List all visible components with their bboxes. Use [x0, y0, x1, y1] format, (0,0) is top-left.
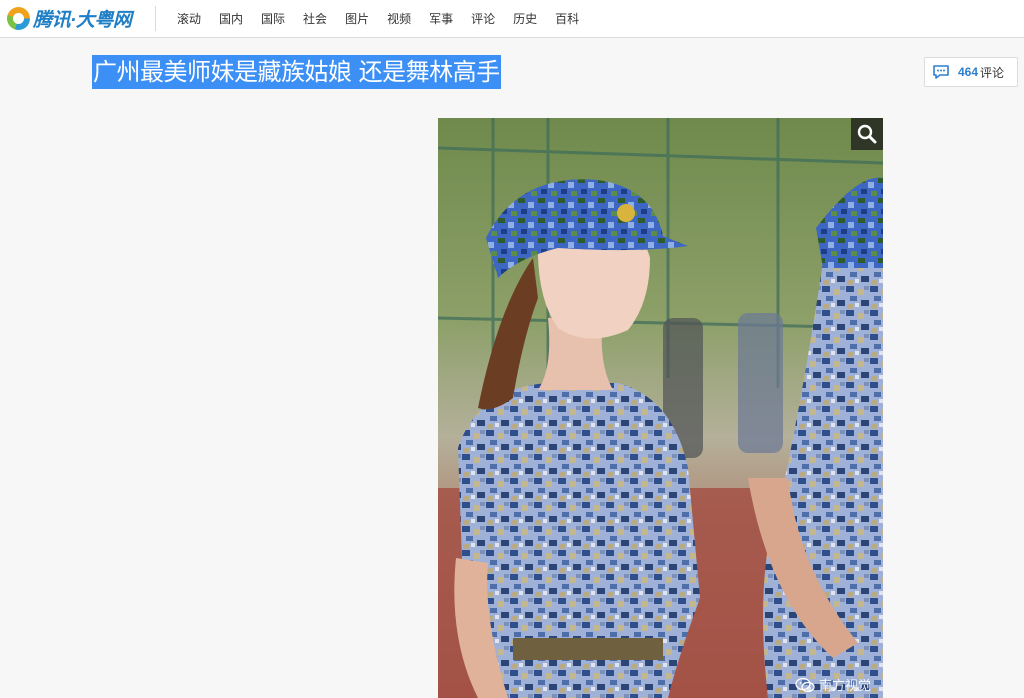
- nav-item-military[interactable]: 军事: [429, 10, 453, 27]
- article-title: 广州最美师妹是藏族姑娘 还是舞林高手: [92, 55, 501, 89]
- wechat-icon: [795, 677, 815, 692]
- nav-item-domestic[interactable]: 国内: [219, 10, 243, 27]
- comment-count-button[interactable]: 464 评论: [924, 57, 1018, 87]
- main-nav: 滚动 国内 国际 社会 图片 视频 军事 评论 历史 百科: [177, 0, 597, 37]
- nav-item-video[interactable]: 视频: [387, 10, 411, 27]
- watermark-text: 南方视觉: [818, 678, 871, 693]
- magnifier-icon: [857, 124, 877, 144]
- nav-divider: [155, 6, 156, 31]
- top-navigation-bar: 腾讯·大粤网 滚动 国内 国际 社会 图片 视频 军事 评论 历史 百科: [0, 0, 1024, 38]
- article-header: 广州最美师妹是藏族姑娘 还是舞林高手: [92, 55, 501, 89]
- nav-item-international[interactable]: 国际: [261, 10, 285, 27]
- nav-item-society[interactable]: 社会: [303, 10, 327, 27]
- zoom-button[interactable]: [851, 118, 883, 150]
- photo-watermark: 南方视觉: [795, 675, 871, 694]
- logo-text: 腾讯·大粤网: [33, 9, 132, 31]
- tencent-logo-icon: [7, 6, 30, 30]
- nav-item-encyclopedia[interactable]: 百科: [555, 10, 579, 27]
- nav-item-scroll[interactable]: 滚动: [177, 10, 201, 27]
- site-logo[interactable]: 腾讯·大粤网: [7, 5, 132, 31]
- comment-count: 464: [958, 65, 979, 79]
- article-photo[interactable]: 南方视觉: [438, 118, 883, 698]
- comment-label: 评论: [980, 65, 1005, 80]
- nav-item-comment[interactable]: 评论: [471, 10, 495, 27]
- photo-image: [438, 118, 883, 698]
- comment-bubble-icon: [933, 65, 949, 79]
- nav-item-pictures[interactable]: 图片: [345, 10, 369, 27]
- nav-item-history[interactable]: 历史: [513, 10, 537, 27]
